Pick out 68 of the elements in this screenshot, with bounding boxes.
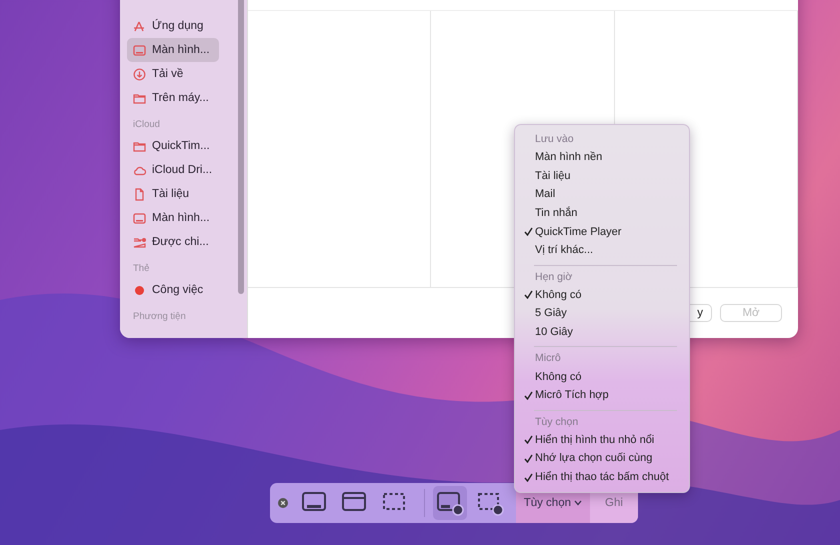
- display-icon: [133, 44, 146, 56]
- screen-record-icon: [436, 490, 464, 516]
- item-label: Màn hình...: [152, 212, 210, 224]
- menu-item-label: Tin nhắn: [535, 207, 578, 220]
- menu-item[interactable]: Micrô Tích hợp: [515, 386, 689, 405]
- menu-section-header: Lưu vào: [534, 132, 575, 147]
- menu-item[interactable]: Vị trí khác...: [515, 240, 689, 260]
- item-label: Ứng dụng: [152, 20, 204, 32]
- close-button[interactable]: [278, 498, 290, 508]
- sidebar-item[interactable]: Màn hình...: [127, 38, 219, 62]
- menu-item-label: Hiển thị thao tác bấm chuột: [535, 471, 669, 484]
- capture-mode-button[interactable]: [433, 486, 467, 520]
- item-label: Tài liệu: [152, 188, 190, 200]
- sidebar-item[interactable]: Công việc: [127, 278, 219, 302]
- sidebar-item[interactable]: Tài liệu: [127, 182, 219, 206]
- menu-item[interactable]: Nhớ lựa chọn cuối cùng: [515, 449, 689, 468]
- menu-item[interactable]: 5 Giây: [515, 304, 689, 323]
- sidebar-item[interactable]: iCloud Dri...: [127, 158, 219, 182]
- sidebar-item[interactable]: Được chi...: [127, 230, 219, 254]
- sidebar-item[interactable]: Ứng dụng: [127, 14, 219, 38]
- menu-item[interactable]: Tin nhắn: [515, 204, 689, 222]
- menu-item-label: Micrô Tích hợp: [535, 389, 609, 402]
- item-label: Màn hình...: [152, 44, 210, 56]
- menu-item-label: Màn hình nền: [535, 151, 602, 164]
- item-label: iCloud Dri...: [152, 164, 212, 176]
- menu-section-header: Hẹn giờ: [534, 270, 574, 285]
- folder-icon: [133, 140, 146, 152]
- selection-record-icon: [476, 490, 504, 516]
- sidebar-item[interactable]: QuickTim...: [127, 134, 219, 158]
- download-icon: [133, 68, 146, 80]
- menu-item-label: Không có: [535, 370, 582, 383]
- item-label: Được chi...: [152, 236, 209, 248]
- menu-item[interactable]: Không có: [515, 286, 689, 304]
- menu-item[interactable]: Mail: [515, 185, 689, 204]
- chevron-icon: [574, 500, 582, 506]
- menu-item-label: Không có: [535, 288, 582, 301]
- close-icon: [278, 498, 288, 508]
- item-label: Công việc: [152, 284, 204, 296]
- menu-item-label: Vị trí khác...: [535, 244, 594, 256]
- menu-item-label: Tài liệu: [535, 170, 570, 182]
- menu-item[interactable]: 10 Giây: [515, 322, 689, 342]
- menu-section-header: Micrô: [534, 351, 562, 366]
- menu-item-label: Hiển thị hình thu nhỏ nổi: [535, 434, 654, 446]
- menu-item-label: QuickTime Player: [535, 226, 622, 238]
- section-header: iCloud: [132, 118, 161, 132]
- menu-item[interactable]: Không có: [515, 367, 689, 386]
- menu-item[interactable]: Hiển thị hình thu nhỏ nổi: [515, 430, 689, 450]
- menu-item[interactable]: Màn hình nền: [515, 148, 689, 167]
- menu-item-label: Mail: [535, 188, 556, 200]
- menu-item[interactable]: Tài liệu: [515, 166, 689, 186]
- item-label: QuickTim...: [152, 140, 210, 152]
- display-icon: [133, 212, 146, 224]
- document-icon: [133, 188, 146, 200]
- folder-icon: [133, 92, 146, 104]
- sidebar-item[interactable]: Tải về: [127, 62, 219, 86]
- sidebar-item[interactable]: Trên máy...: [127, 86, 219, 110]
- item-label: Trên máy...: [152, 92, 209, 104]
- menu-item[interactable]: QuickTime Player: [515, 222, 689, 241]
- item-label: Tải về: [152, 68, 184, 80]
- section-header: Phương tiện: [132, 310, 187, 324]
- menu-item-label: 5 Giây: [535, 307, 567, 320]
- section-header: Thẻ: [132, 262, 150, 276]
- sidebar-item[interactable]: Màn hình...: [127, 206, 219, 230]
- menu-section-header: Tùy chọn: [534, 414, 580, 430]
- menu-item-label: Nhớ lựa chọn cuối cùng: [535, 452, 652, 464]
- app-store-icon: [133, 20, 146, 32]
- scrollbar[interactable]: [238, 0, 244, 294]
- menu-item-label: 10 Giây: [535, 326, 573, 338]
